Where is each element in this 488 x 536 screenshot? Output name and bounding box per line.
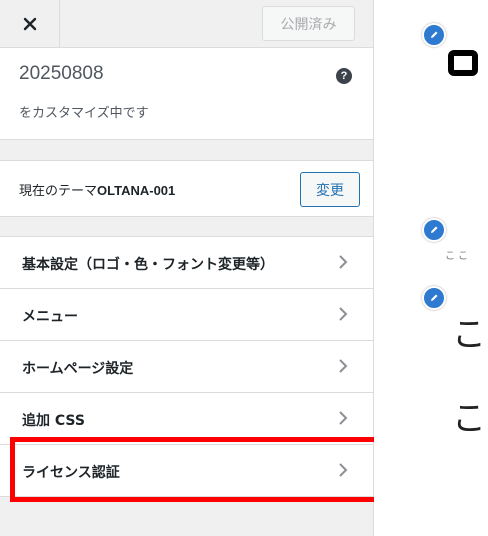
customizer-panel: 公開済み 20250808 をカスタマイズ中です ? 現在のテーマOLTANA-… — [0, 0, 374, 536]
menu-item-homepage-settings[interactable]: ホームページ設定 — [0, 341, 373, 393]
chevron-right-icon — [339, 463, 348, 477]
chevron-right-icon — [339, 255, 348, 269]
edit-shortcut-heading[interactable] — [422, 286, 446, 310]
menu-item-label: 基本設定（ロゴ・色・フォント変更等） — [22, 257, 274, 273]
publish-button[interactable]: 公開済み — [262, 6, 355, 41]
customize-info: 20250808 をカスタマイズ中です ? — [0, 48, 373, 140]
menu-item-label: ホームページ設定 — [22, 361, 134, 377]
help-icon[interactable]: ? — [336, 68, 352, 84]
edit-shortcut-tagline[interactable] — [422, 218, 446, 242]
edit-shortcut-logo[interactable] — [422, 23, 446, 47]
site-title: 20250808 — [19, 63, 104, 84]
customizer-menu: 基本設定（ロゴ・色・フォント変更等） メニュー ホームページ設定 追加 CSS … — [0, 236, 373, 497]
customizer-header: 公開済み — [0, 0, 373, 48]
chevron-right-icon — [339, 359, 348, 373]
menu-item-basic-settings[interactable]: 基本設定（ロゴ・色・フォント変更等） — [0, 237, 373, 289]
theme-section: 現在のテーマOLTANA-001 変更 — [0, 160, 373, 217]
menu-item-label: 追加 CSS — [22, 413, 85, 429]
current-theme-prefix: 現在のテーマ — [19, 184, 98, 199]
menu-item-menus[interactable]: メニュー — [0, 289, 373, 341]
close-icon — [23, 17, 36, 30]
change-theme-button[interactable]: 変更 — [300, 172, 360, 207]
menu-item-additional-css[interactable]: 追加 CSS — [0, 393, 373, 445]
preview-heading-line-2: こ — [452, 399, 486, 439]
customizing-label: をカスタマイズ中です — [19, 106, 149, 121]
preview-logo — [448, 50, 478, 76]
current-theme-label: 現在のテーマOLTANA-001 — [19, 180, 175, 199]
menu-item-label: メニュー — [22, 309, 78, 325]
chevron-right-icon — [339, 307, 348, 321]
current-theme-name: OLTANA-001 — [97, 183, 176, 198]
pencil-icon — [431, 31, 438, 38]
site-preview — [374, 0, 488, 536]
preview-heading-line-1: こ — [452, 315, 486, 355]
preview-tagline: ここ — [445, 251, 471, 262]
menu-item-license[interactable]: ライセンス認証 — [0, 445, 373, 497]
pencil-icon — [431, 294, 438, 301]
menu-item-label: ライセンス認証 — [22, 465, 120, 481]
pencil-icon — [431, 226, 438, 233]
close-button[interactable] — [0, 0, 60, 47]
chevron-right-icon — [339, 411, 348, 425]
